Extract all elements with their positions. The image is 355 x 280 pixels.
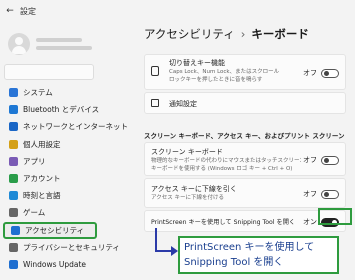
sidebar-item-label: アプリ xyxy=(23,156,46,166)
onscreen-keyboard-sub1: 物理的なキーボードの代わりにマウスまたはタッチスクリーンで xyxy=(151,158,301,164)
sidebar-item-10[interactable]: Windows Update xyxy=(3,256,97,273)
printscreen-state: オン xyxy=(303,218,317,226)
underline-access-keys-title: アクセス キーに下線を引く xyxy=(151,185,237,193)
globe-clock-icon xyxy=(9,191,18,201)
sidebar-item-0[interactable]: システム xyxy=(3,84,97,101)
callout-arrow-head xyxy=(171,246,178,256)
breadcrumb-parent[interactable]: アクセシビリティ xyxy=(144,27,235,41)
toggle-keys-title: 切り替えキー機能 xyxy=(169,59,225,67)
sidebar-item-9[interactable]: プライバシーとセキュリティ xyxy=(3,239,120,256)
sidebar-item-label: システム xyxy=(23,88,53,98)
update-icon xyxy=(9,259,18,269)
toggle-keys-sub2: ロックキーを押したときに音を鳴らす xyxy=(169,77,263,83)
sidebar-item-label: 個人用設定 xyxy=(23,139,61,149)
onscreen-keyboard-sub2: キーボードを使用する (Windows ロゴ キー + Ctrl + O) xyxy=(151,166,293,172)
sidebar-item-label: 時刻と言語 xyxy=(23,191,61,201)
title-bar: ← 設定 xyxy=(0,0,355,22)
sidebar-item-6[interactable]: 時刻と言語 xyxy=(3,187,97,204)
page-title: キーボード xyxy=(251,27,309,41)
user-info-redacted xyxy=(36,38,92,50)
notification-settings-title: 通知設定 xyxy=(169,100,197,108)
sidebar-item-label: Bluetooth とデバイス xyxy=(23,105,100,115)
sidebar-item-5[interactable]: アカウント xyxy=(3,170,97,187)
sidebar-item-2[interactable]: ネットワークとインターネット xyxy=(3,118,128,135)
underline-access-keys-sub: アクセス キーに下線を付ける xyxy=(151,195,224,201)
window-title: 設定 xyxy=(20,6,36,16)
search-input[interactable] xyxy=(4,64,94,80)
underline-access-keys-switch[interactable] xyxy=(321,189,339,199)
toggle-keys-card[interactable]: 切り替えキー機能 Caps Lock、Num Lock、またはスクロール ロック… xyxy=(144,54,346,90)
sidebar-item-4[interactable]: アプリ xyxy=(3,153,97,170)
breadcrumb: アクセシビリティ › キーボード xyxy=(144,26,309,42)
printscreen-row[interactable]: PrintScreen キーを使用して Snipping Tool を開く オン xyxy=(144,210,346,232)
sidebar-item-label: アクセシビリティ xyxy=(25,225,85,235)
paintbrush-icon xyxy=(9,139,18,149)
callout-box: PrintScreen キーを使用して Snipping Tool を開く xyxy=(178,236,339,274)
onscreen-keyboard-title: スクリーン キーボード xyxy=(151,148,223,156)
notification-settings-row[interactable]: 通知設定 xyxy=(144,92,346,114)
shield-icon xyxy=(9,242,18,252)
accessibility-icon xyxy=(11,225,20,235)
sidebar-item-7[interactable]: ゲーム xyxy=(3,204,97,221)
onscreen-keyboard-state: オフ xyxy=(303,156,317,164)
callout-arrow-line-vertical xyxy=(155,228,157,252)
wifi-icon xyxy=(9,122,18,132)
onscreen-keyboard-row[interactable]: スクリーン キーボード 物理的なキーボードの代わりにマウスまたはタッチスクリーン… xyxy=(144,142,346,176)
notification-icon xyxy=(151,99,159,107)
onscreen-keyboard-switch[interactable] xyxy=(321,155,339,165)
toggle-keys-icon xyxy=(151,66,159,76)
toggle-keys-switch[interactable] xyxy=(321,68,339,78)
callout-line1: PrintScreen キーを使用して xyxy=(184,242,315,253)
back-arrow-icon[interactable]: ← xyxy=(4,5,16,17)
controller-icon xyxy=(9,208,18,218)
printscreen-title: PrintScreen キーを使用して Snipping Tool を開く xyxy=(151,219,296,226)
underline-access-keys-row[interactable]: アクセス キーに下線を引く アクセス キーに下線を付ける オフ xyxy=(144,178,346,208)
sidebar-item-label: ゲーム xyxy=(23,208,46,218)
printscreen-toggle-highlight xyxy=(318,208,352,225)
breadcrumb-separator: › xyxy=(240,27,246,41)
sidebar-item-8[interactable]: アクセシビリティ xyxy=(3,221,97,239)
bluetooth-icon xyxy=(9,105,18,115)
section-header: スクリーン キーボード、アクセス キー、およびプリント スクリーン xyxy=(144,132,345,140)
sidebar-nav: システム Bluetooth とデバイスネットワークとインターネット個人用設定アプ… xyxy=(3,84,128,273)
callout-line2: Snipping Tool を開く xyxy=(184,257,284,268)
sidebar: システム Bluetooth とデバイスネットワークとインターネット個人用設定アプ… xyxy=(0,22,128,280)
toggle-keys-sub1: Caps Lock、Num Lock、またはスクロール xyxy=(169,69,280,75)
user-profile[interactable] xyxy=(8,26,94,62)
apps-icon xyxy=(9,156,18,166)
person-icon xyxy=(9,174,18,184)
sidebar-item-label: Windows Update xyxy=(23,259,87,269)
monitor-icon xyxy=(9,88,18,98)
sidebar-item-label: アカウント xyxy=(23,174,61,184)
sidebar-item-1[interactable]: Bluetooth とデバイス xyxy=(3,101,100,118)
underline-access-keys-state: オフ xyxy=(303,190,317,198)
toggle-keys-state: オフ xyxy=(303,69,317,77)
avatar xyxy=(8,33,30,55)
sidebar-item-3[interactable]: 個人用設定 xyxy=(3,136,97,153)
